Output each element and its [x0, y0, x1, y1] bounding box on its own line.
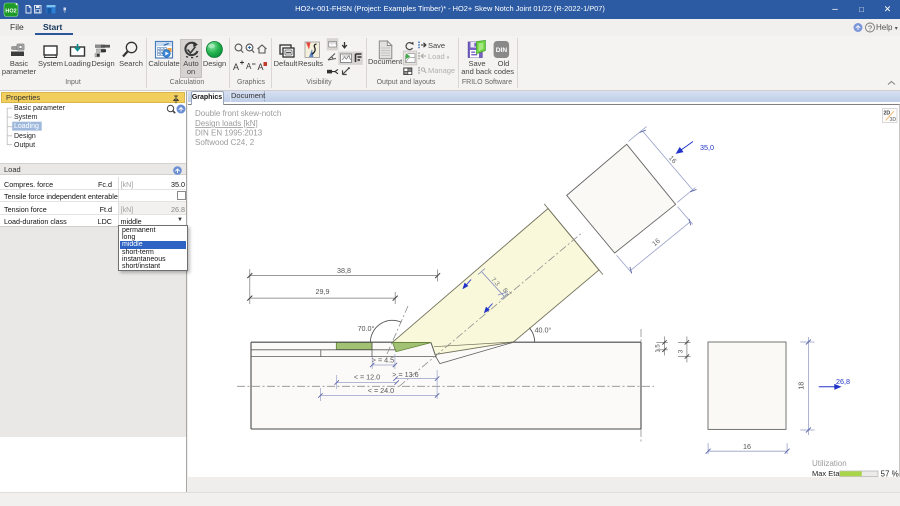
- svg-text:Double front skew-notch: Double front skew-notch: [195, 109, 281, 118]
- svg-text:Softwood C24, 2: Softwood C24, 2: [195, 138, 255, 147]
- svg-text:16: 16: [743, 442, 751, 451]
- svg-text:Utilization: Utilization: [812, 459, 847, 468]
- svg-text:DIN EN 1995:2013: DIN EN 1995:2013: [195, 129, 263, 138]
- svg-text:1.5: 1.5: [656, 344, 662, 353]
- svg-text:> = 13.6: > = 13.6: [392, 370, 418, 379]
- svg-text:57 %: 57 %: [881, 470, 899, 478]
- svg-text:40.0°: 40.0°: [535, 326, 552, 335]
- svg-text:18: 18: [797, 382, 806, 390]
- svg-text:3D: 3D: [890, 117, 897, 123]
- svg-text:35,0: 35,0: [700, 143, 714, 152]
- svg-text:Design loads [kN]: Design loads [kN]: [195, 119, 258, 128]
- svg-text:38,8: 38,8: [337, 266, 351, 275]
- svg-text:3: 3: [678, 349, 685, 353]
- svg-text:A: A: [246, 62, 252, 71]
- svg-text:< = 24.0: < = 24.0: [368, 386, 394, 395]
- svg-text:Max Eta: Max Eta: [812, 469, 840, 477]
- svg-text:16: 16: [667, 155, 677, 166]
- svg-text:A: A: [258, 62, 264, 72]
- svg-text:> = 4.5: > = 4.5: [372, 356, 394, 365]
- svg-text:70.0°: 70.0°: [358, 324, 375, 333]
- svg-text:?: ?: [868, 23, 872, 32]
- svg-text:< = 12.0: < = 12.0: [354, 372, 380, 381]
- svg-text:26,8: 26,8: [836, 377, 850, 386]
- svg-text:A: A: [233, 62, 239, 72]
- svg-text:29,9: 29,9: [316, 287, 330, 296]
- svg-text:DIN: DIN: [496, 47, 508, 54]
